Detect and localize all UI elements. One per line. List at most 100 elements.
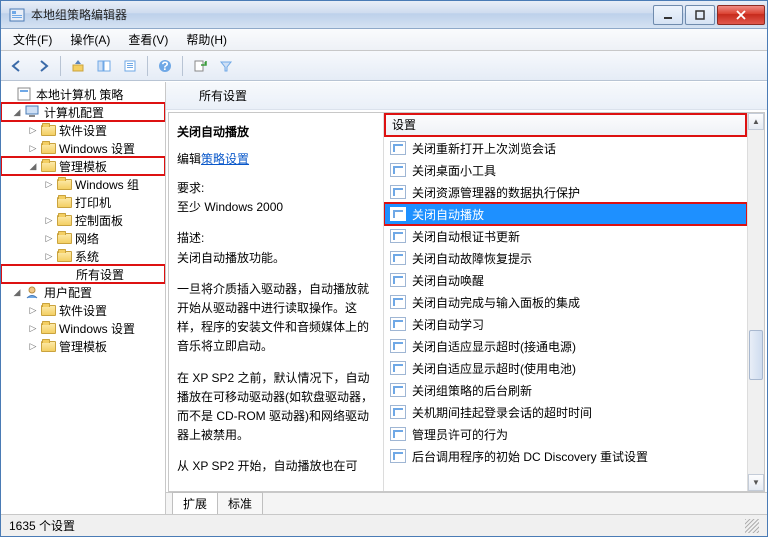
tree-control-panel[interactable]: ▷ 控制面板 [1,211,165,229]
expander-icon[interactable]: ▷ [27,124,39,136]
policy-item-icon [390,163,406,177]
folder-icon [41,161,56,172]
menu-help[interactable]: 帮助(H) [178,29,235,50]
forward-button[interactable] [31,54,55,78]
back-button[interactable] [5,54,29,78]
policy-item-icon [390,361,406,375]
list-row[interactable]: 关闭自动学习 [384,313,747,335]
close-button[interactable] [717,5,765,25]
list-row[interactable]: 关闭重新打开上次浏览会话 [384,137,747,159]
expander-icon[interactable]: ◢ [11,286,23,298]
expander-icon[interactable]: ▷ [27,142,39,154]
maximize-button[interactable] [685,5,715,25]
right-pane: 所有设置 关闭自动播放 编辑策略设置 要求: 至少 Windows 2000 描… [166,82,767,514]
list-item-label: 关闭自动完成与输入面板的集成 [412,294,580,311]
menu-file[interactable]: 文件(F) [5,29,60,50]
tree-label: 管理模板 [59,158,107,175]
desc-label: 描述: [177,229,375,248]
tree-label: 网络 [75,230,99,247]
scroll-track[interactable] [748,130,764,474]
desc-para1: 一旦将介质插入驱动器，自动播放就开始从驱动器中进行读取操作。这样，程序的安装文件… [177,280,375,357]
computer-icon [25,105,41,119]
edit-policy-link[interactable]: 策略设置 [201,152,249,166]
tree-root[interactable]: 本地计算机 策略 [1,85,165,103]
tree-label: 控制面板 [75,212,123,229]
menu-view[interactable]: 查看(V) [120,29,176,50]
help-button[interactable]: ? [153,54,177,78]
tree-admin-templates[interactable]: ◢ 管理模板 [1,157,165,175]
expander-icon[interactable]: ▷ [43,214,55,226]
tree-network[interactable]: ▷ 网络 [1,229,165,247]
policy-item-icon [390,229,406,243]
list-column-header[interactable]: 设置 [384,113,747,137]
list-row[interactable]: 关机期间挂起登录会话的超时时间 [384,401,747,423]
export-button[interactable] [188,54,212,78]
tree-pane[interactable]: 本地计算机 策略 ◢ 计算机配置 ▷软件设置 ▷ Windows 设置 ◢ 管理模板… [1,82,166,514]
list-item-label: 关闭桌面小工具 [412,162,496,179]
expander-icon[interactable]: ▷ [27,340,39,352]
expander-icon[interactable]: ▷ [43,178,55,190]
folder-icon [57,233,72,244]
tab-standard[interactable]: 标准 [217,492,263,514]
list-row[interactable]: 后台调用程序的初始 DC Discovery 重试设置 [384,445,747,467]
list-row[interactable]: 关闭资源管理器的数据执行保护 [384,181,747,203]
list-row[interactable]: 关闭自动完成与输入面板的集成 [384,291,747,313]
list-row[interactable]: 关闭自适应显示超时(使用电池) [384,357,747,379]
scroll-down-button[interactable]: ▼ [748,474,764,491]
expander-icon[interactable]: ▷ [27,304,39,316]
toolbar-sep [182,56,183,76]
tree-system[interactable]: ▷系统 [1,247,165,265]
tree-software[interactable]: ▷软件设置 [1,121,165,139]
scroll-up-button[interactable]: ▲ [748,113,764,130]
expander-icon[interactable]: ▷ [43,232,55,244]
tree-computer-config[interactable]: ◢ 计算机配置 [1,103,165,121]
filter-button[interactable] [214,54,238,78]
list-row[interactable]: 关闭组策略的后台刷新 [384,379,747,401]
expander-icon[interactable]: ◢ [27,160,39,172]
tree-windows-settings[interactable]: ▷ Windows 设置 [1,139,165,157]
list-row[interactable]: 关闭自动唤醒 [384,269,747,291]
tree-printers[interactable]: 打印机 [1,193,165,211]
tabs: 扩展 标准 [166,492,767,514]
titlebar[interactable]: 本地组策略编辑器 [1,1,767,29]
list-item-label: 关闭自动唤醒 [412,272,484,289]
right-header-title: 所有设置 [199,87,247,104]
up-button[interactable] [66,54,90,78]
policy-item-icon [390,405,406,419]
policy-item-icon [390,449,406,463]
expander-icon[interactable] [43,268,55,280]
resize-grip[interactable] [745,519,759,533]
folder-icon [41,323,56,334]
show-hide-tree-button[interactable] [92,54,116,78]
policy-item-icon [390,207,406,221]
vertical-scrollbar[interactable]: ▲ ▼ [747,113,764,491]
expander-icon[interactable]: ▷ [43,250,55,262]
minimize-button[interactable] [653,5,683,25]
list-row[interactable]: 管理员许可的行为 [384,423,747,445]
folder-icon [57,251,72,262]
tree-u-admin[interactable]: ▷ 管理模板 [1,337,165,355]
list-row[interactable]: 关闭自动根证书更新 [384,225,747,247]
list-body[interactable]: 关闭重新打开上次浏览会话关闭桌面小工具关闭资源管理器的数据执行保护关闭自动播放关… [384,137,747,491]
tree-windows-group[interactable]: ▷Windows 组 [1,175,165,193]
expander-icon[interactable] [3,88,15,100]
expander-icon[interactable]: ◢ [11,106,23,118]
list-row[interactable]: 关闭桌面小工具 [384,159,747,181]
list-row[interactable]: 关闭自动故障恢复提示 [384,247,747,269]
properties-button[interactable] [118,54,142,78]
tree-all-settings[interactable]: 所有设置 [1,265,165,283]
tab-extend[interactable]: 扩展 [172,492,218,514]
tree-label: Windows 设置 [59,140,135,157]
menu-action[interactable]: 操作(A) [62,29,118,50]
tree-user-config[interactable]: ◢用户配置 [1,283,165,301]
scroll-thumb[interactable] [749,330,763,380]
expander-icon[interactable]: ▷ [27,322,39,334]
tree-label: Windows 设置 [59,320,135,337]
user-icon [25,285,41,299]
tree-u-software[interactable]: ▷软件设置 [1,301,165,319]
tree-label: 管理模板 [59,338,107,355]
list-row[interactable]: 关闭自动播放 [384,203,747,225]
expander-icon[interactable] [43,196,55,208]
list-row[interactable]: 关闭自适应显示超时(接通电源) [384,335,747,357]
tree-u-windows[interactable]: ▷ Windows 设置 [1,319,165,337]
